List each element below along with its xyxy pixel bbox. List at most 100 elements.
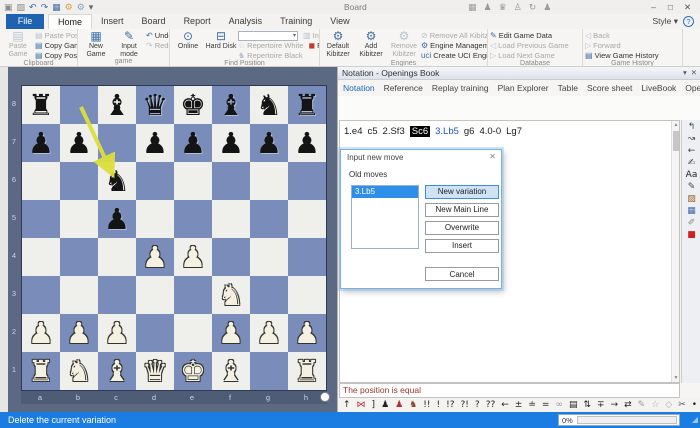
square-d2[interactable] bbox=[136, 314, 174, 352]
player-icon[interactable]: ♙ bbox=[514, 1, 522, 13]
cancel-button[interactable]: Cancel bbox=[425, 267, 499, 281]
move-c5[interactable]: c5 bbox=[368, 126, 378, 137]
tab-file[interactable]: File bbox=[6, 14, 44, 29]
notation-tab-plan-explorer[interactable]: Plan Explorer bbox=[498, 80, 549, 96]
online-button[interactable]: ⊙Online bbox=[172, 30, 204, 60]
square-d6[interactable] bbox=[136, 162, 174, 200]
square-f1[interactable]: ♝ bbox=[212, 352, 250, 390]
annotation-symbol-24[interactable]: ◇ bbox=[665, 399, 672, 411]
save-icon[interactable]: ▣ bbox=[4, 1, 13, 13]
annotation-symbol-16[interactable]: ∞ bbox=[555, 399, 563, 411]
board-window-icon[interactable]: ▦ bbox=[468, 1, 477, 13]
colored-board-icon[interactable]: ▦ bbox=[687, 206, 696, 217]
square-f8[interactable]: ♝ bbox=[212, 86, 250, 124]
annotation-symbol-6[interactable]: !! bbox=[423, 399, 430, 411]
notation-tab-replay-training[interactable]: Replay training bbox=[432, 80, 489, 96]
find-in-shop-button[interactable]: ◼Find in Shop bbox=[308, 41, 320, 50]
square-e1[interactable]: ♚ bbox=[174, 352, 212, 390]
curved-arrow-icon[interactable]: ↝ bbox=[688, 134, 696, 145]
annotation-symbol-5[interactable]: ♞ bbox=[409, 399, 417, 411]
square-d8[interactable]: ♛ bbox=[136, 86, 174, 124]
repertoire-white-button[interactable]: ♘Repertoire White bbox=[238, 41, 303, 50]
view-game-history-button[interactable]: ▤View Game History bbox=[585, 51, 659, 60]
square-g2[interactable]: ♟ bbox=[250, 314, 288, 352]
notation-tab-score-sheet[interactable]: Score sheet bbox=[587, 80, 632, 96]
red-square-icon[interactable]: ■ bbox=[687, 230, 696, 241]
tab-board[interactable]: Board bbox=[133, 14, 175, 29]
square-c2[interactable]: ♟ bbox=[98, 314, 136, 352]
square-b2[interactable]: ♟ bbox=[60, 314, 98, 352]
text-size-icon[interactable]: Aa bbox=[686, 170, 698, 181]
square-e2[interactable] bbox=[174, 314, 212, 352]
square-e3[interactable] bbox=[174, 276, 212, 314]
notation-tab-table[interactable]: Table bbox=[558, 80, 578, 96]
style-dropdown[interactable]: Style ▾ bbox=[652, 14, 678, 29]
settings-gear-icon[interactable]: ⚙ bbox=[65, 1, 73, 13]
annotation-symbol-13[interactable]: ± bbox=[515, 399, 523, 411]
tab-analysis[interactable]: Analysis bbox=[220, 14, 272, 29]
player-status-icon[interactable]: ♟ bbox=[543, 1, 551, 13]
square-c6[interactable]: ♞ bbox=[98, 162, 136, 200]
annotation-symbol-7[interactable]: ! bbox=[437, 399, 441, 411]
square-g7[interactable]: ♟ bbox=[250, 124, 288, 162]
square-b6[interactable] bbox=[60, 162, 98, 200]
hard-disk-button[interactable]: ⊟Hard Disk bbox=[205, 30, 237, 60]
square-e7[interactable]: ♟ bbox=[174, 124, 212, 162]
add-kibitzer-button[interactable]: ⚙Add Kibitzer bbox=[355, 30, 387, 60]
square-h1[interactable]: ♜ bbox=[288, 352, 326, 390]
square-a7[interactable]: ♟ bbox=[22, 124, 60, 162]
annotation-symbol-23[interactable]: ☆ bbox=[651, 399, 659, 411]
annotation-symbol-8[interactable]: !? bbox=[446, 399, 454, 411]
annotation-symbol-14[interactable]: ≐ bbox=[528, 399, 536, 411]
tab-insert[interactable]: Insert bbox=[92, 14, 133, 29]
square-a6[interactable] bbox=[22, 162, 60, 200]
square-h2[interactable]: ♟ bbox=[288, 314, 326, 352]
rotate-icon[interactable]: ↻ bbox=[529, 1, 537, 13]
copy-game-button[interactable]: ▤Copy Game bbox=[35, 41, 78, 50]
image-icon[interactable]: ▨ bbox=[17, 1, 26, 13]
square-e4[interactable]: ♟ bbox=[174, 238, 212, 276]
options-gear-icon[interactable]: ⚙ bbox=[77, 1, 85, 13]
scroll-down-icon[interactable]: ▼ bbox=[672, 375, 680, 381]
square-e8[interactable]: ♚ bbox=[174, 86, 212, 124]
notation-scrollbar[interactable]: ▲ ▼ bbox=[671, 121, 679, 382]
annotation-symbol-0[interactable]: ↑ bbox=[343, 399, 351, 411]
paint-squares-icon[interactable]: ▨ bbox=[687, 194, 696, 205]
move-g6[interactable]: g6 bbox=[464, 126, 475, 137]
annotate-pen-icon[interactable]: ✎ bbox=[688, 182, 696, 193]
annotation-symbol-3[interactable]: ♟ bbox=[381, 399, 389, 411]
pieces-icon[interactable]: ♟ bbox=[484, 1, 492, 13]
square-b3[interactable] bbox=[60, 276, 98, 314]
square-c5[interactable]: ♟ bbox=[98, 200, 136, 238]
paste-position-button[interactable]: ▤Paste Position bbox=[35, 31, 78, 40]
paperclip-icon[interactable]: ✐ bbox=[688, 218, 696, 229]
annotation-symbol-15[interactable]: = bbox=[542, 399, 550, 411]
new-main-line-button[interactable]: New Main Line bbox=[425, 203, 499, 217]
move-Sc6[interactable]: Sc6 bbox=[410, 126, 430, 137]
square-h3[interactable] bbox=[288, 276, 326, 314]
redo-button[interactable]: ↷Redo bbox=[146, 41, 170, 50]
square-g5[interactable] bbox=[250, 200, 288, 238]
annotation-symbol-12[interactable]: ← bbox=[501, 399, 509, 411]
overwrite-button[interactable]: Overwrite bbox=[425, 221, 499, 235]
repertoire-black-button[interactable]: ♞Repertoire Black bbox=[238, 51, 303, 60]
panel-header[interactable]: Notation - Openings Book bbox=[338, 67, 700, 80]
square-c3[interactable] bbox=[98, 276, 136, 314]
square-f5[interactable] bbox=[212, 200, 250, 238]
undo-icon[interactable]: ↶ bbox=[29, 1, 37, 13]
annotation-symbol-10[interactable]: ? bbox=[475, 399, 480, 411]
edit-game-data-button[interactable]: ✎Edit Game Data bbox=[490, 31, 552, 40]
notation-tab-openings-book[interactable]: Openings Book bbox=[685, 80, 700, 96]
load-next-game-button[interactable]: ▷Load Next Game bbox=[490, 51, 555, 60]
square-g6[interactable] bbox=[250, 162, 288, 200]
hand-move-icon[interactable]: ✍ bbox=[688, 158, 696, 169]
create-uci-engine-button[interactable]: uciCreate UCI Engine bbox=[421, 51, 488, 60]
move-2-Sf3[interactable]: 2.Sf3 bbox=[383, 126, 405, 137]
square-h8[interactable]: ♜ bbox=[288, 86, 326, 124]
engine-management-button[interactable]: ⚙Engine Management bbox=[421, 41, 488, 50]
remove-all-kibitzers-button[interactable]: ⊘Remove All Kibitzers bbox=[421, 31, 488, 40]
annotation-symbol-22[interactable]: ✎ bbox=[638, 399, 646, 411]
square-h7[interactable]: ♟ bbox=[288, 124, 326, 162]
square-a4[interactable] bbox=[22, 238, 60, 276]
panel-close-icon[interactable]: ✕ bbox=[691, 67, 697, 79]
